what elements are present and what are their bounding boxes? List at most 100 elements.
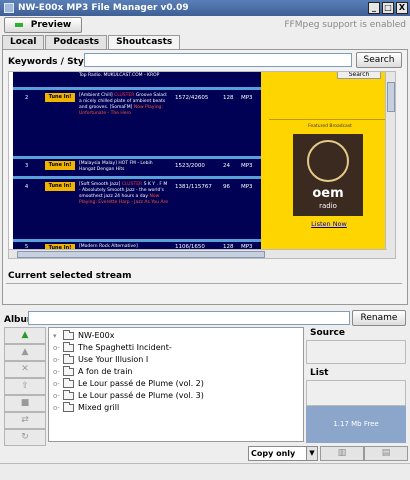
chevron-down-icon[interactable]: ▼ [306, 447, 317, 460]
source-box [306, 340, 406, 364]
horizontal-scrollbar[interactable] [9, 249, 387, 258]
preview-label: Preview [30, 20, 72, 30]
rename-button[interactable]: Rename [352, 310, 406, 326]
stream-cluster: CLUSTER [114, 93, 135, 98]
separator [6, 283, 402, 284]
stream-row: Top Radio. MUKULCAST.COM - KROP [13, 72, 261, 86]
logo-sub-text: radio [319, 202, 337, 210]
stream-number: 3 [25, 163, 29, 169]
delete-icon[interactable]: ✕ [4, 361, 46, 378]
expand-icon[interactable]: o- [53, 392, 61, 400]
window-title: NW-E00x MP3 File Manager v0.09 [18, 3, 189, 13]
top-toolbar: Preview FFMpeg support is enabled [0, 16, 410, 35]
web-content: Top Radio. MUKULCAST.COM - KROP 2 Tune I… [13, 72, 395, 253]
current-stream-label: Current selected stream [8, 271, 132, 281]
stream-divider [13, 156, 261, 159]
stream-type: MP3 [241, 184, 253, 190]
tune-in-button[interactable]: Tune In! [45, 161, 75, 170]
logo-main-text: oem [312, 186, 344, 201]
tab-podcasts[interactable]: Podcasts [45, 35, 108, 49]
tree-item-label: The Spaghetti Incident- [78, 343, 172, 352]
expand-icon[interactable]: o- [53, 368, 61, 376]
tree-item[interactable]: o- Le Lour passé de Plume (vol. 3) [53, 389, 204, 401]
stream-bitrate: 128 [223, 95, 234, 101]
stream-row: 2 Tune In! [Ambient Chill] CLUSTER Groov… [13, 92, 261, 154]
radio-signal-icon [307, 140, 349, 182]
green-led-icon [14, 23, 23, 27]
list-label: List [310, 368, 329, 378]
vertical-scrollbar[interactable] [385, 72, 395, 258]
folder-icon [63, 365, 74, 376]
folder-icon [63, 401, 74, 412]
stream-description: [Malaysia Malay] HOT FM - Lebih Hangat D… [79, 161, 153, 172]
collapse-icon[interactable]: ▾ [53, 332, 61, 340]
stream-divider [13, 176, 261, 179]
tree-item[interactable]: o- A fon de train [53, 365, 133, 377]
title-bar: NW-E00x MP3 File Manager v0.09 _ □ X [0, 0, 410, 16]
up-arrow-icon[interactable]: ⇧ [4, 378, 46, 395]
tool-column: ▲ ▲ ✕ ⇧ ■ ⇄ ↻ [4, 327, 46, 446]
copy-mode-value: Copy only [251, 449, 296, 458]
expand-icon[interactable]: o- [53, 356, 61, 364]
stream-description: Top Radio. MUKULCAST.COM - KROP [79, 73, 160, 78]
open-icon[interactable]: ▲ [4, 344, 46, 361]
tab-shoutcasts[interactable]: Shoutcasts [108, 35, 181, 49]
tree-item-label: Le Lour passé de Plume (vol. 2) [78, 379, 204, 388]
tree-root-label: NW-E00x [78, 331, 115, 340]
stop-icon[interactable]: ■ [4, 395, 46, 412]
copy-mode-select[interactable]: Copy only ▼ [248, 446, 318, 461]
folder-icon [63, 377, 74, 388]
expand-icon[interactable]: o- [53, 344, 61, 352]
folder-icon [63, 341, 74, 352]
minimize-button[interactable]: _ [368, 2, 380, 14]
device-tree[interactable]: ▾ NW-E00x o- The Spaghetti Incident- o- … [48, 327, 304, 442]
tree-item-label: Le Lour passé de Plume (vol. 3) [78, 391, 204, 400]
preview-button[interactable]: Preview [4, 17, 82, 33]
search-button[interactable]: Search [356, 52, 402, 68]
folder-icon [63, 389, 74, 400]
tab-local[interactable]: Local [2, 35, 45, 49]
save-icon[interactable]: ▤ [364, 446, 408, 461]
stream-divider [13, 239, 261, 242]
listen-now-link[interactable]: Listen Now [297, 220, 361, 228]
stream-genre: [Soft Smooth Jazz] [79, 182, 121, 187]
stream-table: Top Radio. MUKULCAST.COM - KROP 2 Tune I… [13, 72, 261, 253]
grid-icon[interactable]: ▥ [320, 446, 364, 461]
tree-item-label: Mixed grill [78, 403, 120, 412]
web-view[interactable]: Top Radio. MUKULCAST.COM - KROP 2 Tune I… [8, 71, 396, 259]
app-icon [4, 3, 14, 13]
stream-number: 4 [25, 184, 29, 190]
featured-label: Featured Broadcast [308, 124, 352, 129]
close-button[interactable]: X [396, 2, 408, 14]
tree-item[interactable]: o- Le Lour passé de Plume (vol. 2) [53, 377, 204, 389]
web-search-button[interactable]: Search [337, 72, 381, 79]
scroll-thumb[interactable] [17, 251, 265, 258]
stream-listeners: 1572/42605 [175, 95, 209, 101]
stream-row: 4 Tune In! [Soft Smooth Jazz] CLUSTER S … [13, 181, 261, 235]
swap-icon[interactable]: ⇄ [4, 412, 46, 429]
oem-radio-logo[interactable]: oem radio [293, 134, 363, 216]
source-label: Source [310, 328, 345, 338]
status-bar [0, 463, 410, 480]
tree-item[interactable]: o- Use Your Illusion I [53, 353, 148, 365]
add-icon[interactable]: ▲ [4, 327, 46, 344]
tune-in-button[interactable]: Tune In! [45, 182, 75, 191]
album-input[interactable] [28, 311, 350, 325]
list-box[interactable] [306, 380, 406, 406]
scroll-thumb[interactable] [387, 82, 395, 112]
stream-divider [13, 87, 261, 90]
tune-in-button[interactable]: Tune In! [45, 93, 75, 102]
tree-item[interactable]: o- The Spaghetti Incident- [53, 341, 172, 353]
refresh-icon[interactable]: ↻ [4, 429, 46, 446]
expand-icon[interactable]: o- [53, 380, 61, 388]
expand-icon[interactable]: o- [53, 404, 61, 412]
tree-root[interactable]: ▾ NW-E00x [53, 329, 115, 341]
tree-item[interactable]: o- Mixed grill [53, 401, 120, 413]
stream-description: [Soft Smooth Jazz] CLUSTER S K Y . F M -… [79, 182, 169, 206]
maximize-button[interactable]: □ [382, 2, 394, 14]
tab-bar: Local Podcasts Shoutcasts [2, 35, 181, 49]
keywords-input[interactable] [84, 53, 352, 67]
stream-listeners: 1381/115767 [175, 184, 212, 190]
stream-cluster: CLUSTER [121, 182, 143, 187]
featured-divider [269, 119, 391, 120]
